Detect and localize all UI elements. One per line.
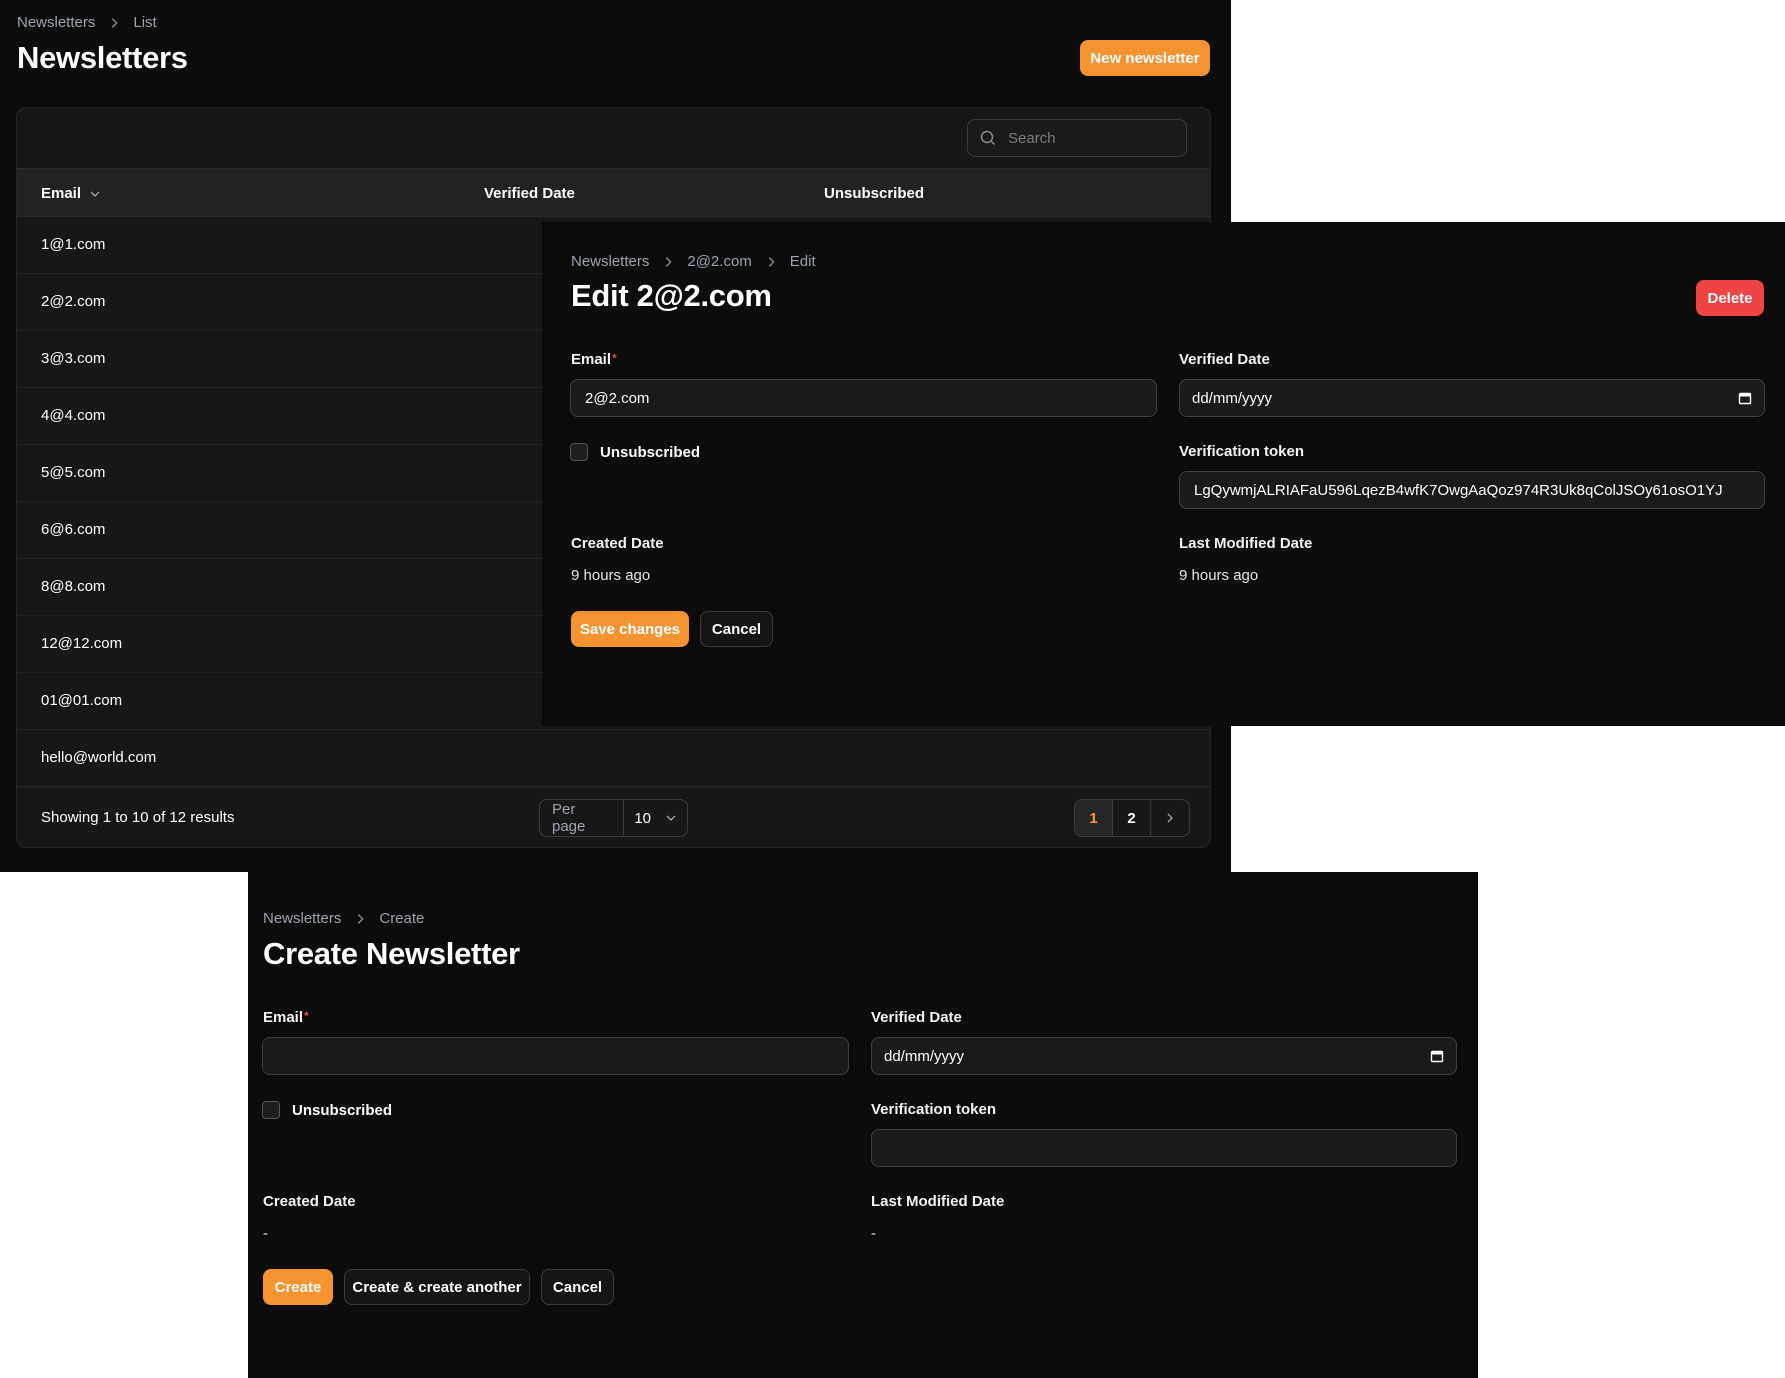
create-button[interactable]: Create [263,1269,333,1305]
unsubscribed-label: Unsubscribed [600,443,701,461]
per-page-select[interactable]: Per page 10 [539,799,688,837]
created-date-label: Created Date [571,535,664,552]
row-email: 3@3.com [41,350,106,367]
breadcrumb-newsletters[interactable]: Newsletters [263,910,341,927]
verified-date-label: Verified Date [1179,351,1270,368]
email-field[interactable] [570,379,1157,417]
breadcrumb-newsletters[interactable]: Newsletters [571,253,649,270]
created-date-label: Created Date [263,1193,356,1210]
breadcrumb: Newsletters Create [263,910,424,927]
checkbox-box[interactable] [262,1101,280,1119]
chevron-down-icon [666,815,676,821]
chevron-right-icon [358,913,364,924]
calendar-icon[interactable] [1430,1049,1444,1063]
email-label: Email* [263,1009,309,1026]
page-1-button[interactable]: 1 [1075,800,1113,836]
created-date-value: 9 hours ago [571,567,651,584]
breadcrumb-edit: Edit [789,253,816,270]
results-count: Showing 1 to 10 of 12 results [41,809,235,826]
table-header: Email Verified Date Unsubscribed [17,168,1210,217]
last-modified-label: Last Modified Date [871,1193,1005,1210]
table-row[interactable]: hello@world.com [17,730,1210,787]
pagination: 1 2 [1074,799,1190,837]
chevron-down-icon [90,191,100,197]
row-email: 12@12.com [41,635,123,652]
verification-token-input[interactable] [884,1138,1444,1158]
row-email: 8@8.com [41,578,106,595]
last-modified-label: Last Modified Date [1179,535,1313,552]
cancel-button[interactable]: Cancel [541,1269,614,1305]
table-footer: Showing 1 to 10 of 12 results Per page 1… [17,786,1210,847]
row-email: 1@1.com [41,236,106,253]
email-input[interactable] [275,1046,836,1066]
page-2-button[interactable]: 2 [1113,800,1151,836]
delete-button[interactable]: Delete [1696,280,1764,316]
verification-token-field[interactable] [871,1129,1457,1167]
column-unsubscribed: Unsubscribed [824,185,925,202]
verified-date-label: Verified Date [871,1009,962,1026]
breadcrumb-list: List [133,14,157,31]
breadcrumb: Newsletters List [17,14,157,31]
chevron-right-icon [1167,813,1173,823]
breadcrumb: Newsletters 2@2.com Edit [571,253,816,270]
column-email[interactable]: Email [41,185,101,202]
create-and-create-another-button[interactable]: Create & create another [344,1269,530,1305]
page-title: Edit 2@2.com [571,278,772,313]
search-box[interactable] [967,119,1187,157]
per-page-label: Per page [540,800,625,836]
column-email-label: Email [41,185,82,202]
breadcrumb-record[interactable]: 2@2.com [687,253,751,270]
verification-token-field[interactable] [1179,471,1765,509]
cancel-button[interactable]: Cancel [700,611,773,647]
chevron-right-icon [768,256,775,267]
edit-newsletter-panel: Newsletters 2@2.com Edit Edit 2@2.com De… [542,222,1785,726]
breadcrumb-newsletters[interactable]: Newsletters [17,14,95,31]
verification-token-input[interactable] [1192,480,1752,500]
chevron-right-icon [666,256,672,267]
row-email: 6@6.com [41,521,106,538]
search-input[interactable] [1006,128,1156,148]
create-newsletter-panel: Newsletters Create Create Newsletter Ema… [248,872,1478,1378]
row-email: 4@4.com [41,407,106,424]
new-newsletter-button[interactable]: New newsletter [1080,40,1210,76]
email-label: Email* [571,351,617,368]
calendar-icon[interactable] [1738,391,1752,405]
chevron-right-icon [112,17,118,28]
unsubscribed-label: Unsubscribed [292,1101,393,1119]
last-modified-value: - [871,1225,876,1242]
column-verified-date: Verified Date [484,185,575,202]
unsubscribed-checkbox[interactable]: Unsubscribed [570,443,700,461]
verified-date-value: dd/mm/yyyy [884,1047,965,1065]
next-page-button[interactable] [1151,800,1189,836]
last-modified-value: 9 hours ago [1179,567,1259,584]
verified-date-field[interactable]: dd/mm/yyyy [871,1037,1457,1075]
verified-date-value: dd/mm/yyyy [1192,389,1273,407]
unsubscribed-checkbox[interactable]: Unsubscribed [262,1101,392,1119]
page-title: Create Newsletter [263,936,520,971]
per-page-number: 10 [634,809,651,827]
row-email: 01@01.com [41,692,123,709]
search-icon [980,130,996,146]
per-page-value[interactable]: 10 [624,810,687,827]
page-title: Newsletters [17,40,188,75]
verification-token-label: Verification token [871,1101,997,1118]
checkbox-box[interactable] [570,443,588,461]
verified-date-field[interactable]: dd/mm/yyyy [1179,379,1765,417]
row-email: 5@5.com [41,464,106,481]
verification-token-label: Verification token [1179,443,1305,460]
email-field[interactable] [262,1037,849,1075]
save-changes-button[interactable]: Save changes [571,611,689,647]
breadcrumb-create: Create [379,910,425,927]
email-input[interactable] [583,388,1144,408]
row-email: 2@2.com [41,293,106,310]
created-date-value: - [263,1225,268,1242]
row-email: hello@world.com [41,749,157,766]
